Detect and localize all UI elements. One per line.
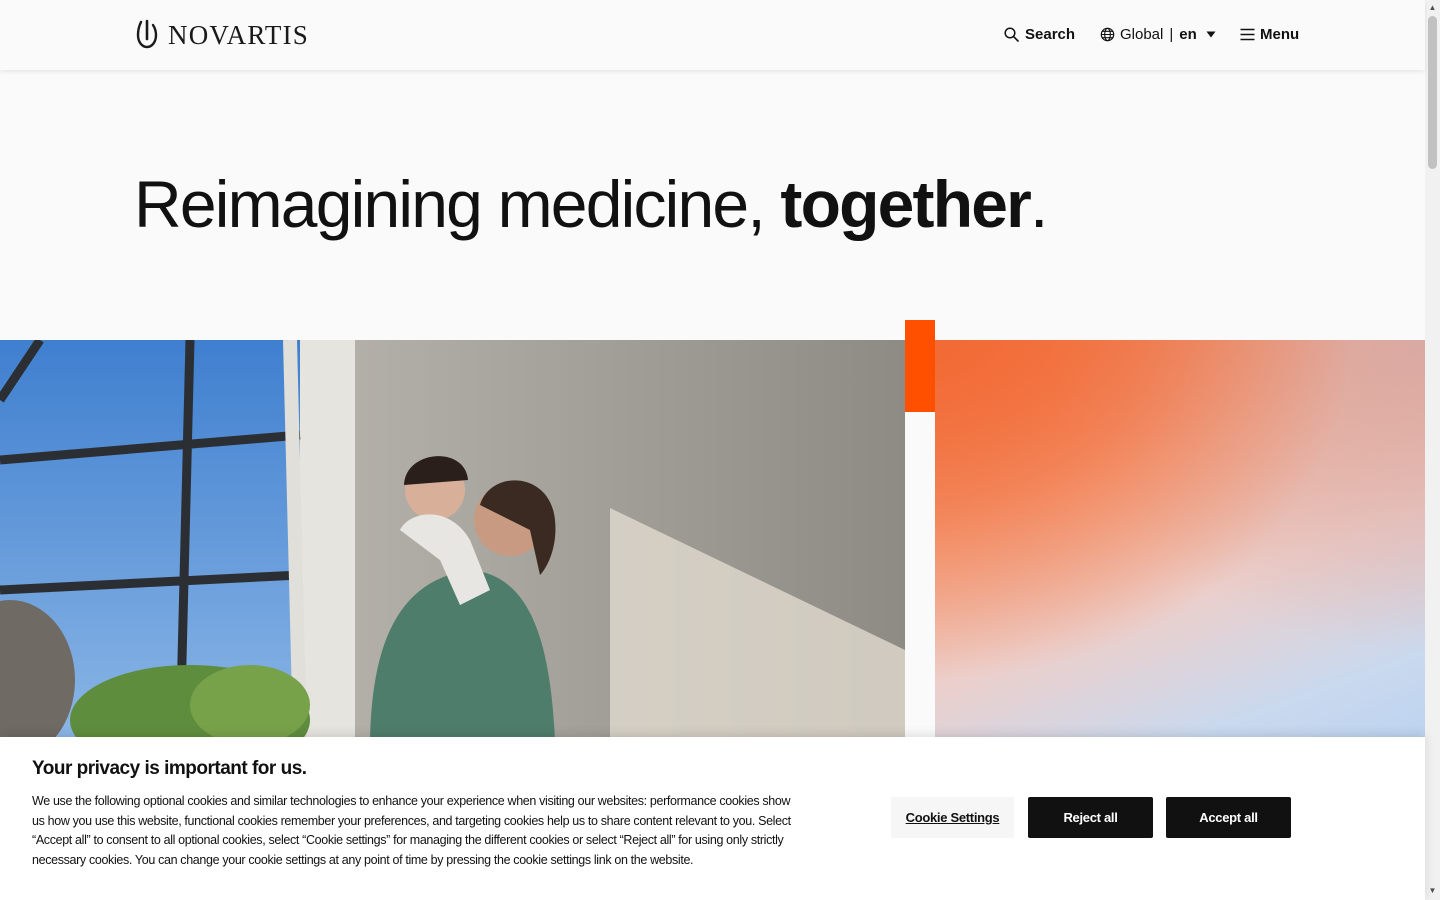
region-label: Global	[1120, 25, 1164, 43]
scrollbar-thumb[interactable]	[1428, 16, 1437, 169]
hero-title-regular: Reimagining medicine,	[134, 167, 766, 241]
globe-icon	[1100, 27, 1115, 42]
cookie-consent-banner: Your privacy is important for us. We use…	[0, 737, 1425, 900]
cookie-settings-button[interactable]: Cookie Settings	[891, 797, 1014, 838]
cookie-banner-text: We use the following optional cookies an…	[32, 794, 791, 867]
reject-all-button[interactable]: Reject all	[1028, 797, 1153, 838]
menu-label: Menu	[1260, 25, 1300, 43]
accent-bar	[905, 320, 935, 412]
search-icon	[1004, 26, 1019, 42]
language-selector[interactable]: Global | en	[1100, 24, 1216, 44]
menu-button[interactable]: Menu	[1240, 24, 1299, 44]
hero-photo-mother-and-child	[0, 340, 905, 740]
page-scrollbar[interactable]: ▲ ▼	[1425, 0, 1440, 900]
search-label: Search	[1025, 25, 1076, 43]
search-button[interactable]: Search	[1004, 24, 1075, 44]
accept-all-button[interactable]: Accept all	[1166, 797, 1291, 838]
gradient-panel	[935, 340, 1425, 740]
novartis-flame-icon	[134, 19, 160, 49]
language-code: en	[1179, 25, 1197, 43]
divider-bar	[905, 412, 935, 742]
hero-photo-illustration	[0, 340, 905, 740]
scroll-down-arrow-icon[interactable]: ▼	[1428, 886, 1437, 895]
hero-title-end: .	[1030, 167, 1048, 241]
hero-title-bold: together	[780, 167, 1031, 241]
region-separator: |	[1169, 25, 1174, 43]
cookie-banner-title: Your privacy is important for us.	[32, 758, 307, 779]
hamburger-icon	[1240, 28, 1255, 41]
scroll-up-arrow-icon[interactable]: ▲	[1428, 3, 1437, 12]
site-header: NOVARTIS Search Global | en Menu	[0, 0, 1425, 70]
caret-down-icon	[1206, 31, 1216, 38]
logo-wordmark: NOVARTIS	[168, 20, 310, 50]
novartis-logo[interactable]: NOVARTIS	[134, 18, 309, 50]
hero-headline: Reimagining medicine, together.	[134, 167, 1048, 241]
